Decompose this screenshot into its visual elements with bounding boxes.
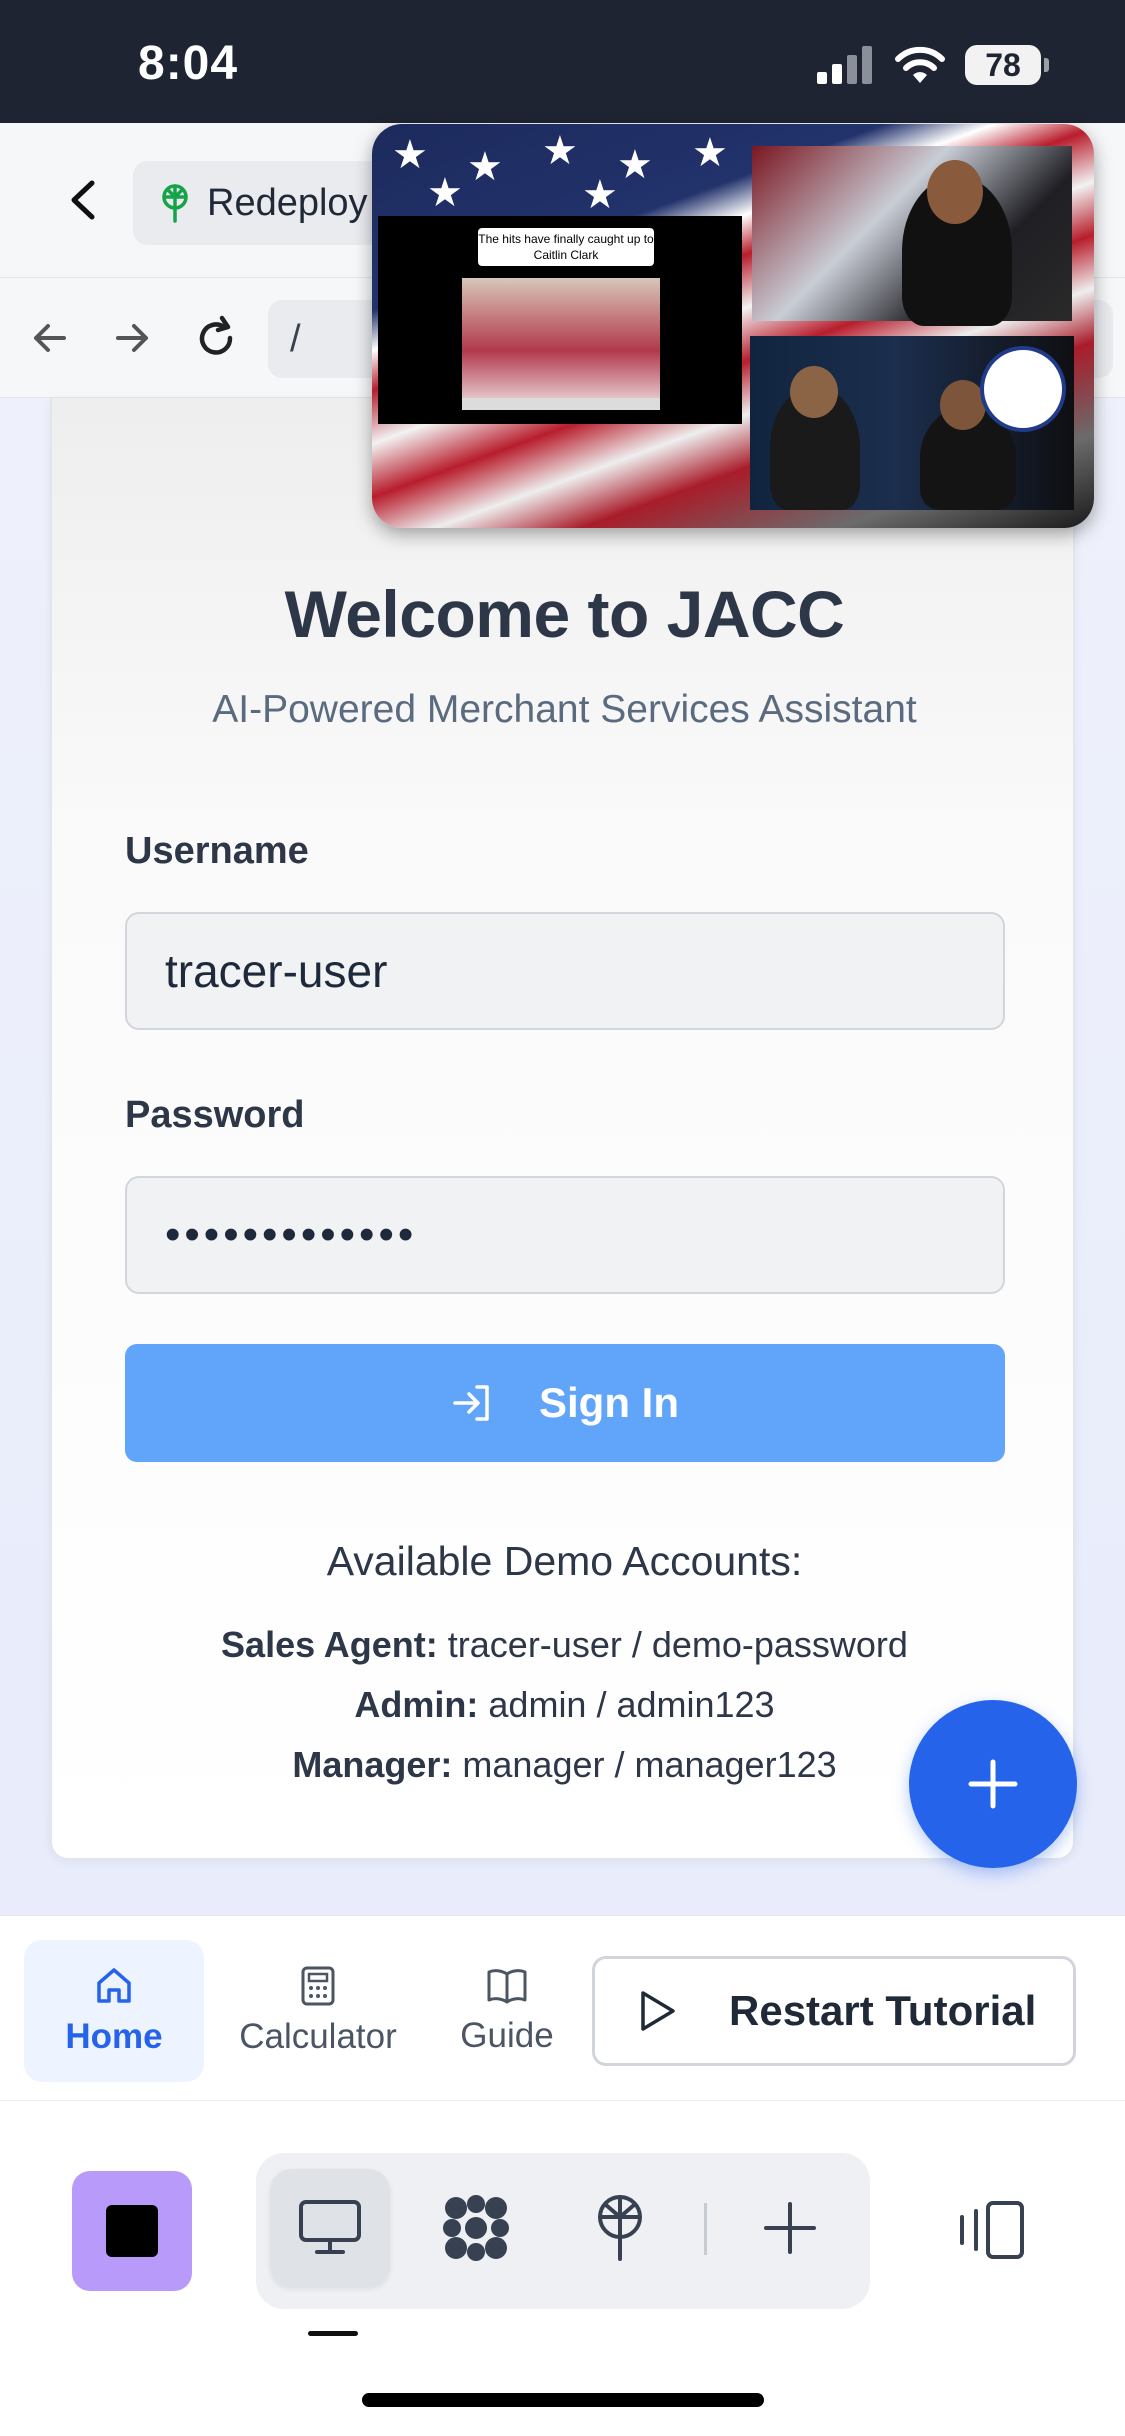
demo-account-admin: Admin: admin / admin123 [52, 1684, 1077, 1726]
arrow-left-icon[interactable] [20, 308, 80, 368]
flag-star-icon: ★ [542, 129, 578, 173]
status-icons: 78 [817, 44, 1049, 86]
sign-in-icon [453, 1385, 489, 1421]
back-chevron-icon[interactable] [60, 175, 110, 225]
pip-host-head [927, 160, 983, 224]
pip-host-camera [752, 146, 1072, 326]
tool-group [256, 2153, 870, 2309]
restart-tutorial-button[interactable]: Restart Tutorial [592, 1956, 1076, 2066]
login-card: Welcome to JACC AI-Powered Merchant Serv… [50, 398, 1075, 1860]
pip-scoreboard [462, 398, 660, 410]
reload-icon[interactable] [186, 308, 246, 368]
flag-star-icon: ★ [427, 171, 463, 215]
battery-indicator: 78 [965, 45, 1049, 85]
demo-account-sales: Sales Agent: tracer-user / demo-password [52, 1624, 1077, 1666]
redeploy-label: Redeploy [207, 181, 368, 224]
demo-credentials: tracer-user / demo-password [447, 1624, 908, 1665]
calculator-icon [301, 1966, 335, 2006]
flag-star-icon: ★ [582, 173, 618, 217]
deployments-tool[interactable] [560, 2169, 680, 2287]
deploy-icon [598, 2195, 642, 2261]
tab-calculator[interactable]: Calculator [218, 1940, 418, 2082]
flag-star-icon: ★ [392, 133, 428, 177]
podcast-logo [980, 346, 1066, 432]
arrow-right-icon[interactable] [102, 308, 162, 368]
page-subtitle: AI-Powered Merchant Services Assistant [212, 688, 917, 731]
app-bottom-nav: Home Calculator Guide Restart Tutorial [0, 1915, 1125, 2100]
preview-tool[interactable] [270, 2169, 390, 2287]
cellular-signal-icon [817, 46, 872, 84]
tab-guide[interactable]: Guide [432, 1940, 582, 2082]
wifi-icon [895, 46, 945, 83]
sign-in-label: Sign In [539, 1379, 679, 1426]
tab-home[interactable]: Home [24, 1940, 204, 2082]
new-tab-tool[interactable] [730, 2169, 850, 2287]
demo-credentials: admin / admin123 [488, 1684, 775, 1725]
flag-star-icon: ★ [467, 145, 503, 189]
username-label: Username [125, 830, 309, 872]
book-icon [487, 1969, 527, 2004]
pip-video-player[interactable]: ★ ★ ★ ★ ★ ★ ★ The hits have finally caug… [372, 124, 1094, 528]
pip-game-footage [462, 278, 660, 410]
flag-star-icon: ★ [617, 143, 653, 187]
password-label: Password [125, 1094, 305, 1136]
password-input[interactable]: ••••••••••••• [125, 1176, 1005, 1294]
deploy-icon [162, 184, 188, 223]
plus-icon [764, 2202, 816, 2254]
home-icon [97, 1968, 131, 2003]
tab-label: Calculator [239, 2017, 397, 2056]
monitor-icon [299, 2200, 361, 2254]
demo-credentials: manager / manager123 [462, 1744, 837, 1785]
plus-icon [968, 1759, 1018, 1809]
add-fab-button[interactable] [909, 1700, 1077, 1868]
demo-role: Admin: [354, 1684, 479, 1725]
pip-guest-head [790, 366, 838, 418]
demo-role: Manager: [292, 1744, 453, 1785]
username-input[interactable] [125, 912, 1005, 1030]
demo-accounts-title: Available Demo Accounts: [326, 1538, 803, 1584]
sign-in-button[interactable]: Sign In [125, 1344, 1005, 1462]
pip-clip-panel: The hits have finally caught up to Caitl… [378, 216, 742, 424]
pip-caption: The hits have finally caught up to Caitl… [478, 228, 654, 266]
tab-switcher-icon[interactable] [956, 2199, 1026, 2261]
agent-tool[interactable] [416, 2169, 536, 2287]
home-indicator [362, 2393, 764, 2407]
replit-toolbar [0, 2100, 1125, 2345]
agent-icon [443, 2195, 509, 2261]
tab-label: Home [65, 2017, 163, 2056]
tab-label: Guide [460, 2016, 554, 2055]
selected-tool-indicator [308, 2331, 358, 2336]
page-title: Welcome to JACC [284, 577, 845, 651]
demo-role: Sales Agent: [221, 1624, 438, 1665]
flag-star-icon: ★ [692, 131, 728, 175]
status-time: 8:04 [138, 37, 239, 90]
restart-tutorial-label: Restart Tutorial [729, 1987, 1037, 2034]
status-bar: 8:04 78 [0, 0, 1125, 123]
toolbar-divider [704, 2203, 707, 2255]
pip-guests-camera [750, 336, 1074, 510]
stop-button[interactable] [72, 2171, 192, 2291]
play-icon [641, 1991, 675, 2031]
